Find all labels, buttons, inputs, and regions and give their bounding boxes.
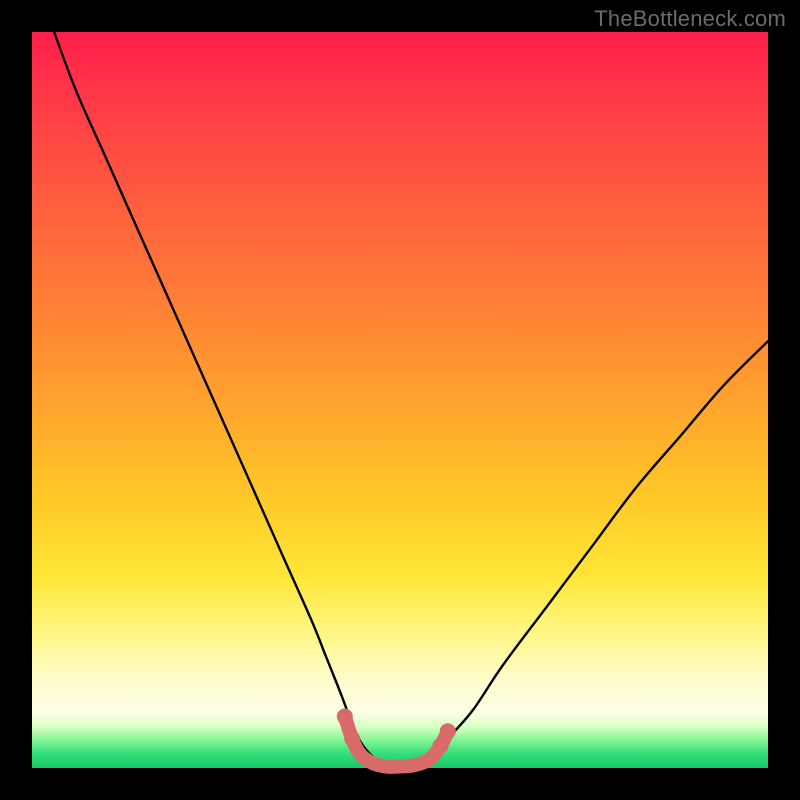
highlight-marker-path <box>345 717 448 767</box>
plot-area <box>32 32 768 768</box>
chart-frame: TheBottleneck.com <box>0 0 800 800</box>
highlight-bead <box>337 709 353 725</box>
bottleneck-curve-path <box>54 32 768 769</box>
highlight-bead <box>344 731 360 747</box>
curve-svg <box>32 32 768 768</box>
watermark-text: TheBottleneck.com <box>594 6 786 32</box>
highlight-bead <box>440 723 456 739</box>
highlight-bead <box>433 738 449 754</box>
